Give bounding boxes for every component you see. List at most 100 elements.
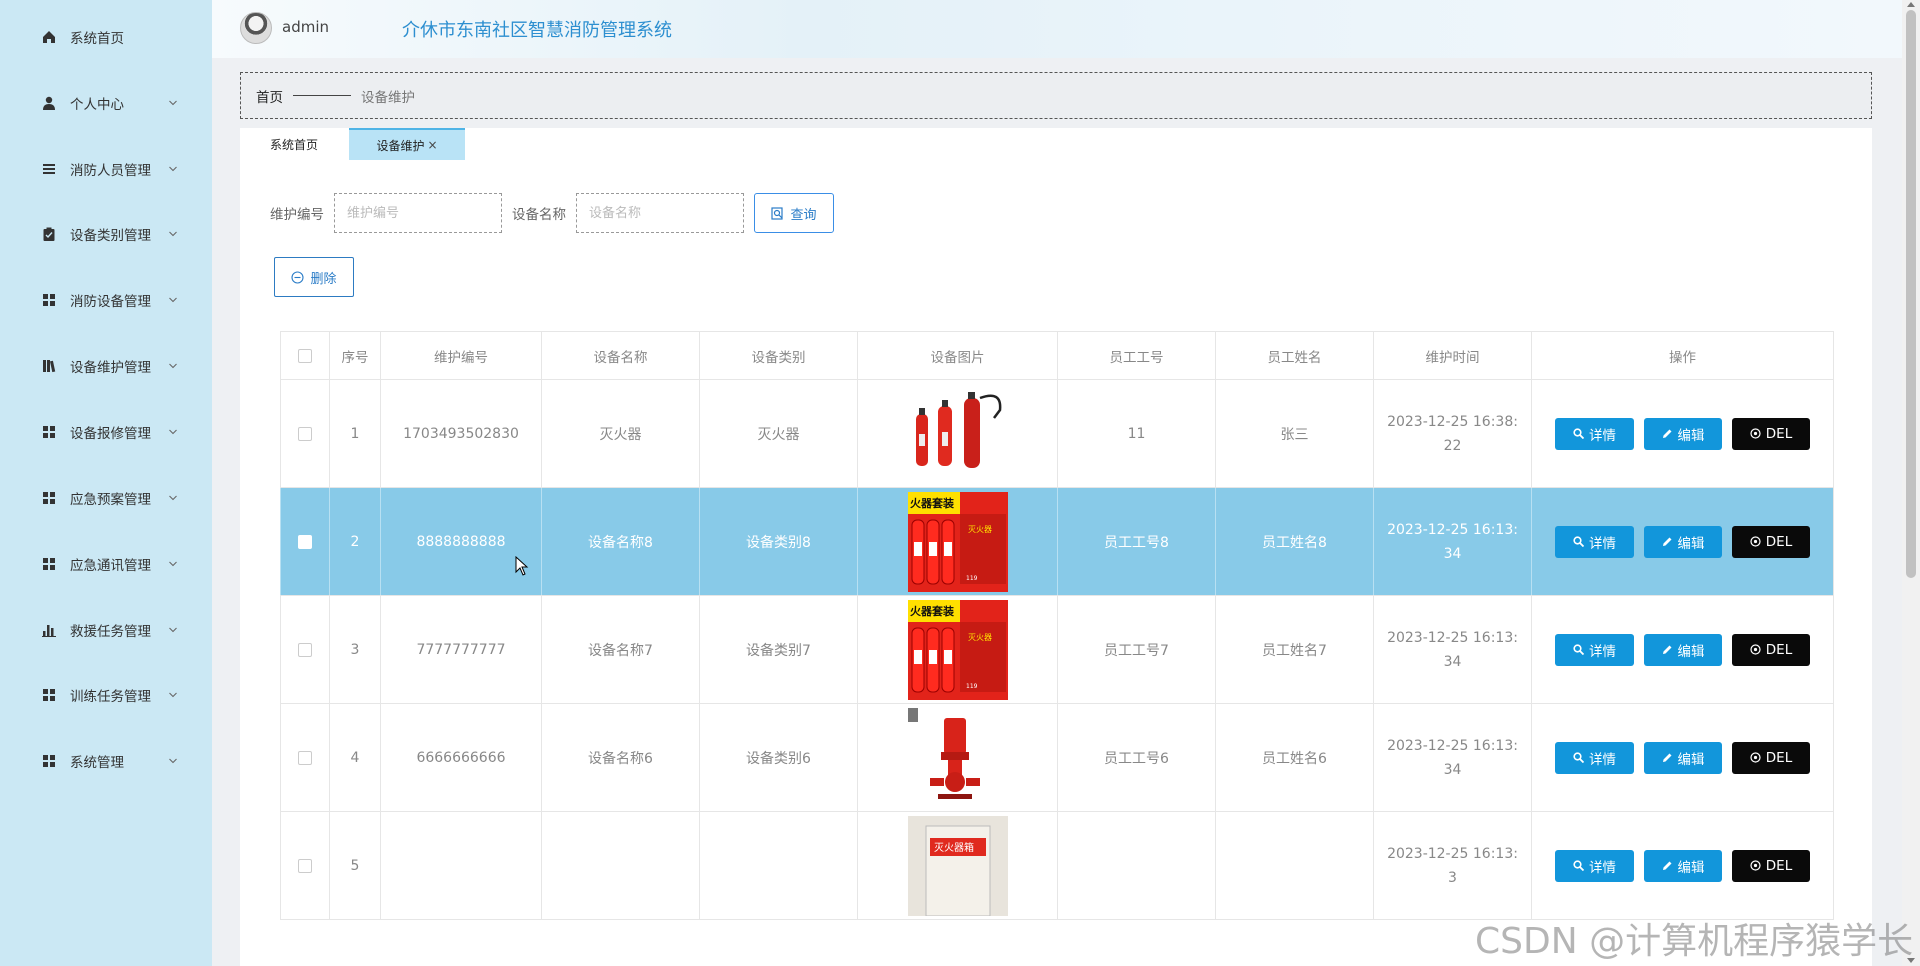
batch-delete-label: 删除 — [310, 271, 337, 287]
edit-button[interactable]: 编辑 — [1644, 525, 1722, 558]
sidebar-item-8[interactable]: 应急预案管理 — [0, 478, 212, 518]
sidebar-item-11[interactable]: 训练任务管理 — [0, 675, 212, 715]
sidebar-item-7[interactable]: 设备报修管理 — [0, 412, 212, 452]
edit-button[interactable]: 编辑 — [1644, 417, 1722, 450]
extinguisher-kit-image: 火器套装 灭火器 119 — [907, 599, 1008, 700]
edit-button[interactable]: 编辑 — [1644, 741, 1722, 774]
row-select-cell[interactable] — [280, 812, 329, 919]
delete-button[interactable]: DEL — [1732, 849, 1810, 882]
close-circle-icon — [1750, 428, 1761, 439]
row-select-cell[interactable] — [280, 488, 329, 595]
detail-button[interactable]: 详情 — [1555, 633, 1634, 666]
cell-actions: 详情 编辑 DEL — [1531, 380, 1834, 487]
query-button[interactable]: 查询 — [754, 193, 834, 233]
select-all-checkbox[interactable] — [298, 348, 312, 363]
sidebar-item-label: 应急通讯管理 — [70, 558, 151, 574]
breadcrumb: 首页 设备维护 — [240, 72, 1872, 119]
clipboard-icon — [43, 227, 55, 241]
table-row[interactable]: 1 1703493502830 灭火器 灭火器 11 张三 2023-12-25 16:38… — [280, 380, 1834, 488]
detail-button[interactable]: 详情 — [1555, 525, 1634, 558]
sidebar-item-5[interactable]: 消防设备管理 — [0, 280, 212, 320]
grid-icon — [43, 426, 55, 438]
extinguisher-kit-image: 火器套装 灭火器 119 — [907, 491, 1008, 592]
svg-text:灭火器: 灭火器 — [968, 633, 992, 642]
tab-close-icon[interactable]: × — [427, 138, 437, 152]
sidebar-item-4[interactable]: 设备类别管理 — [0, 214, 212, 254]
row-checkbox[interactable] — [298, 642, 312, 657]
row-checkbox[interactable] — [298, 534, 312, 549]
column-header: 操作 — [1531, 332, 1834, 379]
delete-button[interactable]: DEL — [1732, 741, 1810, 774]
list-icon — [43, 164, 55, 174]
sidebar-item-label: 消防人员管理 — [70, 163, 151, 179]
table-row[interactable]: 3 7777777777 设备名称7 设备类别7 火器套装 灭火器 119 员工工号7 员工姓名… — [280, 596, 1834, 704]
username[interactable]: admin — [282, 18, 329, 36]
sidebar-item-12[interactable]: 系统管理 — [0, 741, 212, 781]
delete-button[interactable]: DEL — [1732, 633, 1810, 666]
edit-button[interactable]: 编辑 — [1644, 633, 1722, 666]
cell-equipment-category: 设备类别8 — [699, 488, 857, 595]
scroll-up-arrow[interactable] — [1907, 2, 1915, 7]
table-row[interactable]: 4 6666666666 设备名称6 设备类别6 员工工号6 员工姓名6 2023-12-2… — [280, 704, 1834, 812]
sidebar-item-label: 设备类别管理 — [70, 228, 151, 244]
cell-equipment-image — [857, 704, 1057, 811]
tab-equipment-maintenance[interactable]: 设备维护 × — [349, 128, 465, 160]
avatar[interactable] — [240, 12, 272, 44]
sidebar-item-10[interactable]: 救援任务管理 — [0, 610, 212, 650]
breadcrumb-home[interactable]: 首页 — [256, 86, 283, 106]
sidebar-item-3[interactable]: 消防人员管理 — [0, 149, 212, 189]
table-row[interactable]: 2 8888888888 设备名称8 设备类别8 火器套装 灭火器 119 员工工号8 员工姓名… — [280, 488, 1834, 596]
sidebar-item-label: 训练任务管理 — [70, 689, 151, 705]
pencil-icon — [1662, 861, 1671, 870]
chevron-down-icon — [169, 692, 177, 698]
tab-home[interactable]: 系统首页 — [240, 128, 348, 160]
sidebar-item-6[interactable]: 设备维护管理 — [0, 346, 212, 386]
page-scrollbar[interactable] — [1902, 0, 1920, 966]
row-select-cell[interactable] — [280, 380, 329, 487]
svg-text:灭火器: 灭火器 — [968, 525, 992, 534]
fire-pump-image — [907, 707, 1008, 808]
chevron-down-icon — [169, 166, 177, 172]
sidebar-item-9[interactable]: 应急通讯管理 — [0, 544, 212, 584]
table-row[interactable]: 5 灭火器箱 2023-12-25 16:13:3 详情 编辑 DEL — [280, 812, 1834, 920]
row-select-cell[interactable] — [280, 596, 329, 703]
row-select-cell[interactable] — [280, 704, 329, 811]
maintenance-code-input[interactable] — [334, 193, 502, 233]
header-select-all[interactable] — [280, 332, 329, 379]
row-checkbox[interactable] — [298, 750, 312, 765]
cell-actions: 详情 编辑 DEL — [1531, 488, 1834, 595]
sidebar: 系统首页 个人中心 消防人员管理 设备类别管理 消防设备管理 设备维护管理 设备报修管理 应急… — [0, 0, 212, 966]
cell-actions: 详情 编辑 DEL — [1531, 812, 1834, 919]
chevron-down-icon — [169, 100, 177, 106]
delete-button[interactable]: DEL — [1732, 525, 1810, 558]
cell-index: 5 — [329, 812, 380, 919]
column-header: 设备名称 — [541, 332, 699, 379]
row-checkbox[interactable] — [298, 858, 312, 873]
cell-equipment-name: 设备名称8 — [541, 488, 699, 595]
sidebar-item-1[interactable]: 系统首页 — [0, 17, 212, 57]
cell-equipment-category: 灭火器 — [699, 380, 857, 487]
sidebar-item-2[interactable]: 个人中心 — [0, 83, 212, 123]
cell-employee-name: 员工姓名8 — [1215, 488, 1373, 595]
column-header: 员工姓名 — [1215, 332, 1373, 379]
detail-button[interactable]: 详情 — [1555, 417, 1634, 450]
edit-button[interactable]: 编辑 — [1644, 849, 1722, 882]
cell-maintenance-code: 7777777777 — [380, 596, 541, 703]
cell-maintenance-time: 2023-12-25 16:13:34 — [1373, 596, 1531, 703]
scroll-thumb[interactable] — [1906, 10, 1916, 578]
tab-active-label: 设备维护 — [376, 138, 425, 153]
search-icon — [1573, 752, 1584, 763]
delete-button[interactable]: DEL — [1732, 417, 1810, 450]
chevron-down-icon — [169, 297, 177, 303]
cell-equipment-name: 设备名称6 — [541, 704, 699, 811]
user-icon — [43, 96, 55, 110]
detail-button[interactable]: 详情 — [1555, 849, 1634, 882]
equipment-name-input[interactable] — [576, 193, 744, 233]
cell-employee-name: 张三 — [1215, 380, 1373, 487]
cell-maintenance-time: 2023-12-25 16:13:3 — [1373, 812, 1531, 919]
watermark: CSDN @计算机程序猿学长 — [1475, 921, 1914, 962]
row-checkbox[interactable] — [298, 426, 312, 441]
breadcrumb-current: 设备维护 — [361, 89, 415, 106]
detail-button[interactable]: 详情 — [1555, 741, 1634, 774]
batch-delete-button[interactable]: 删除 — [274, 257, 354, 297]
